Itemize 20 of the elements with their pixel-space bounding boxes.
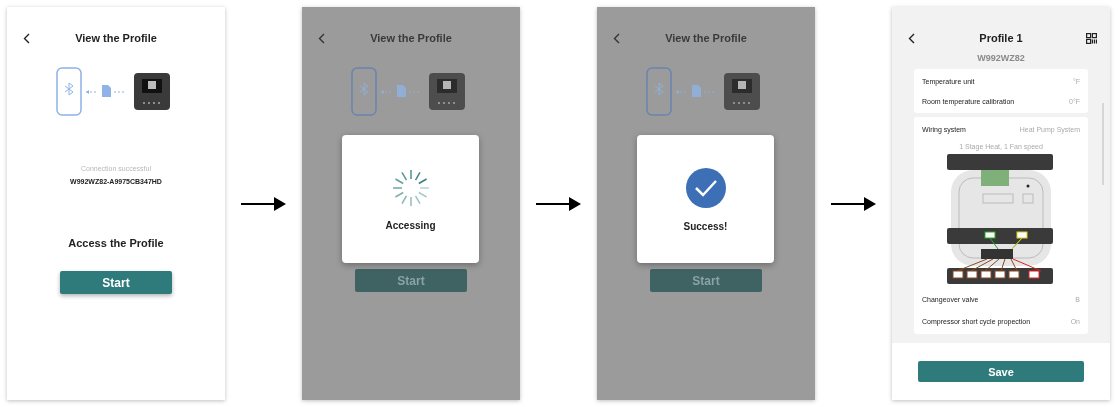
right-arrow-icon <box>241 196 286 211</box>
right-arrow-icon <box>536 196 581 211</box>
screen-title: View the Profile <box>664 32 748 44</box>
start-button[interactable]: Start <box>650 269 762 292</box>
screen-title: Profile 1 <box>978 32 1024 44</box>
section-heading: Access the Profile <box>68 237 164 249</box>
back-icon[interactable] <box>22 32 30 44</box>
qr-code-icon[interactable] <box>1085 32 1097 44</box>
save-button[interactable]: Save <box>918 361 1084 382</box>
dialog-message: Accessing <box>385 219 436 231</box>
screen-title: View the Profile <box>74 32 158 44</box>
screen-title: View the Profile <box>369 32 453 44</box>
check-circle-icon <box>684 166 727 209</box>
start-button[interactable]: Start <box>60 271 172 294</box>
dialog-message: Success! <box>683 220 728 232</box>
back-icon[interactable] <box>907 32 915 44</box>
serial-number: W992WZ82 <box>977 53 1025 63</box>
loading-spinner-icon <box>390 167 431 208</box>
start-button[interactable]: Start <box>355 269 467 292</box>
right-arrow-icon <box>831 196 876 211</box>
